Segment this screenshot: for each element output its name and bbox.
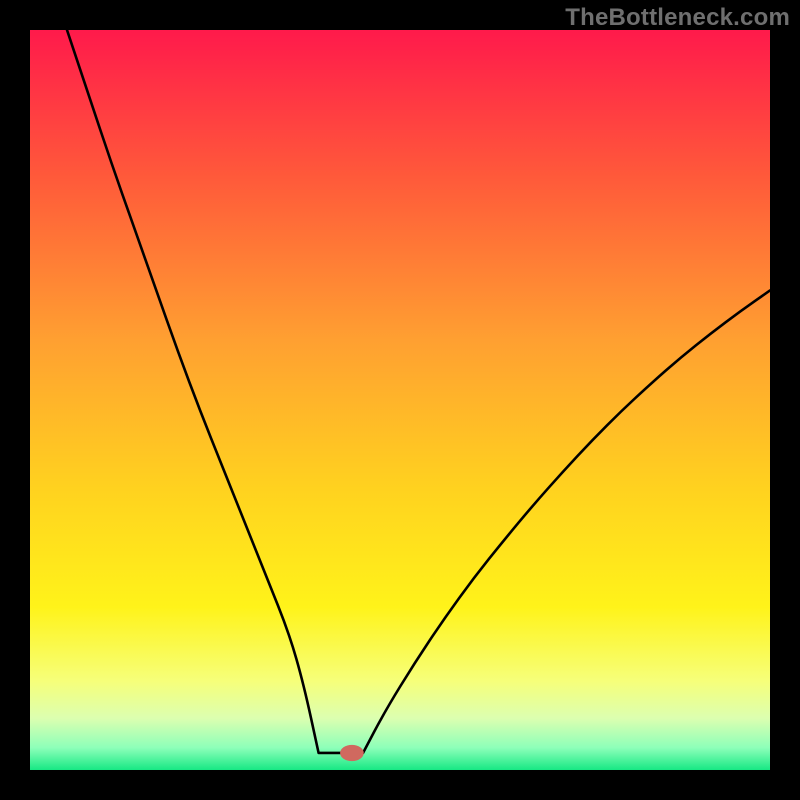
bottleneck-chart bbox=[30, 30, 770, 770]
optimal-point-marker bbox=[340, 745, 364, 761]
watermark-text: TheBottleneck.com bbox=[565, 4, 790, 32]
gradient-background bbox=[30, 30, 770, 770]
chart-frame: TheBottleneck.com bbox=[0, 0, 800, 800]
